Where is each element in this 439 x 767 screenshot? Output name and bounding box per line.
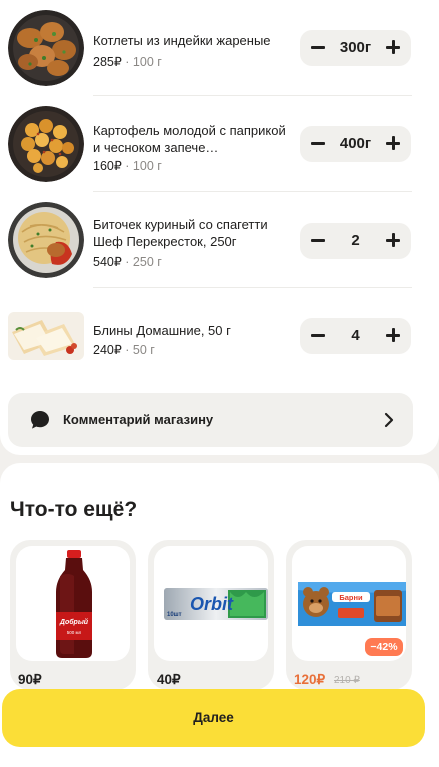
product-price-barni: 120₽ [294,672,326,687]
bottle-volume-text: 500 мл [67,630,82,635]
cart-item-name: Биточек куриный со спагетти Шеф Перекрес… [93,217,268,249]
price-unit: · 100 г [121,159,162,173]
price-unit: · 250 г [121,255,162,269]
turkey-cutlets-image [8,10,84,86]
cart-item-potatoes[interactable]: Картофель молодой с паприкой и чесноком … [0,96,439,192]
minus-icon[interactable] [311,334,325,337]
quantity-value: 4 [351,327,360,344]
quantity-stepper: 400г [300,126,411,162]
quantity-stepper: 4 [300,318,411,354]
price-unit: · 100 г [121,55,162,69]
price-value: 285₽ [93,55,122,69]
plus-icon[interactable] [386,40,400,54]
plus-icon[interactable] [386,136,400,150]
quantity-stepper: 2 [300,223,411,259]
recommendations-title: Что-то ещё? [10,498,138,521]
plus-icon[interactable] [386,233,400,247]
price-value: 540₽ [93,255,122,269]
chicken-spaghetti-image [8,202,84,278]
quantity-stepper: 300г [300,30,411,66]
cola-bottle-image: Добрый 500 мл [16,546,130,661]
store-comment-label: Комментарий магазину [63,412,214,427]
cart-item-price: 540₽ · 250 г [93,254,162,269]
cart-item-name: Котлеты из индейки жареные [93,33,271,48]
cart-item-price: 240₽ · 50 г [93,342,155,357]
product-card-orbit[interactable]: Orbit 10шт [148,540,274,690]
product-price-orbit: 40₽ [157,672,181,687]
cart-item-pancakes[interactable]: Блины Домашние, 50 г 240₽ · 50 г 4 [0,288,439,384]
product-old-price-barni: 210 ₽ [334,675,360,686]
product-price-cola: 90₽ [18,672,42,687]
price-value: 240₽ [93,343,122,357]
quantity-value: 300г [339,39,372,56]
cookie-brand-text: Барни [339,593,363,602]
cart-item-chicken-spaghetti[interactable]: Биточек куриный со спагетти Шеф Перекрес… [0,192,439,288]
minus-icon[interactable] [311,142,325,145]
pancakes-image [8,312,84,360]
chevron-right-icon [384,412,394,428]
next-button[interactable]: Далее [2,689,425,747]
cart-item-name: Картофель молодой с паприкой и чесноком … [93,123,286,155]
gum-brand-text: Orbit [190,594,234,614]
cart-item-turkey-cutlets[interactable]: Котлеты из индейки жареные 285₽ · 100 г … [0,0,439,96]
cart-item-price: 285₽ · 100 г [93,54,162,69]
product-card-cola[interactable]: Добрый 500 мл [10,540,136,690]
product-card-barni[interactable]: Барни [286,540,412,690]
baked-potatoes-image [8,106,84,182]
minus-icon[interactable] [311,239,325,242]
chat-bubble-icon [31,411,49,429]
orbit-gum-image: Orbit 10шт [154,546,268,661]
cart-item-name: Блины Домашние, 50 г [93,323,231,338]
quantity-value: 400г [339,135,372,152]
cart-item-price: 160₽ · 100 г [93,158,162,173]
discount-badge: −42% [365,638,403,656]
gum-count-text: 10шт [167,612,182,618]
plus-icon[interactable] [386,328,400,342]
quantity-value: 2 [351,232,360,249]
bottle-brand-text: Добрый [59,618,89,626]
store-comment-button[interactable]: Комментарий магазину [8,393,413,447]
price-value: 160₽ [93,159,122,173]
minus-icon[interactable] [311,46,325,49]
price-unit: · 50 г [121,343,155,357]
